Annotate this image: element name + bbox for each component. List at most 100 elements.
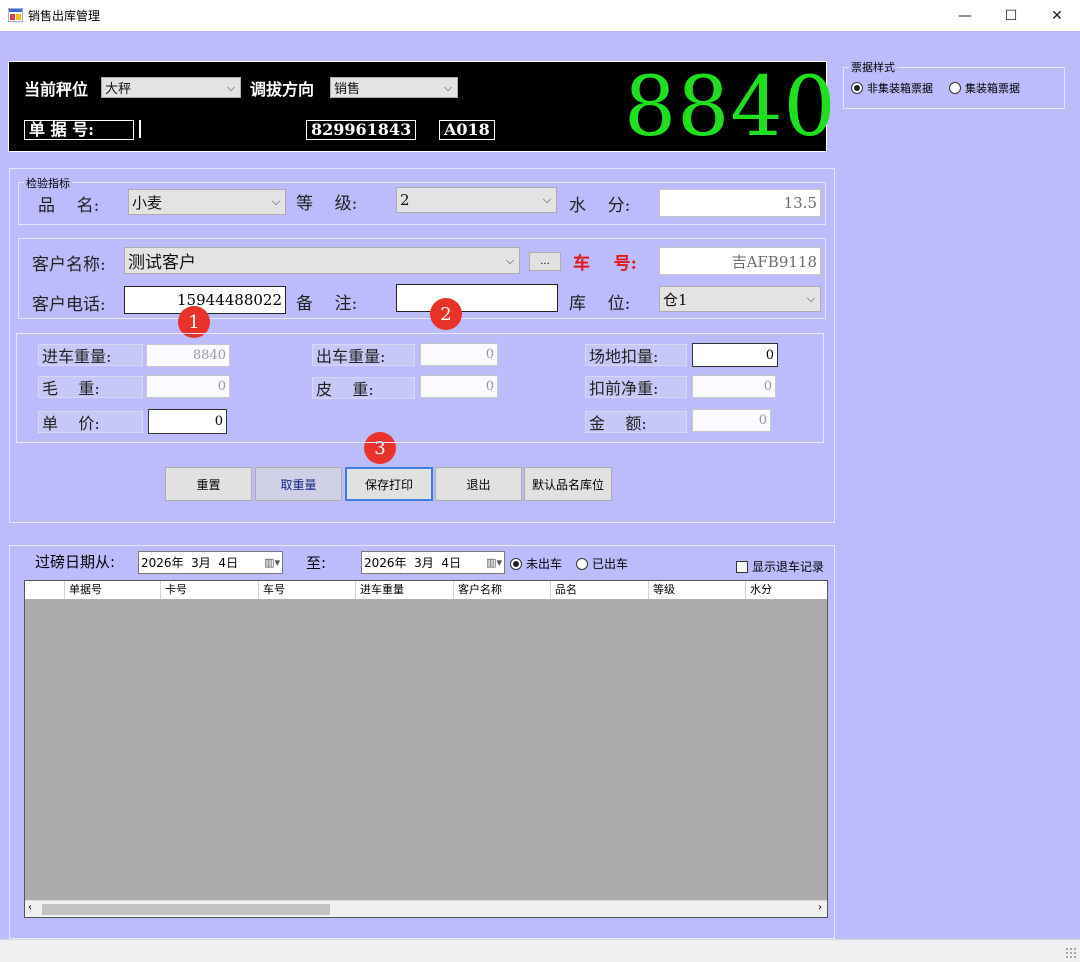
customer-name-value: 测试客户	[128, 253, 196, 273]
ticket-option-container[interactable]: 集装箱票据	[949, 80, 1020, 96]
in-weight-field[interactable]: 8840	[146, 344, 230, 367]
out-weight-field[interactable]: 0	[420, 343, 498, 366]
amount-field[interactable]: 0	[692, 409, 771, 432]
site-deduct-field[interactable]: 0	[692, 343, 778, 367]
filter-not-out-radio[interactable]: 未出车	[510, 555, 562, 572]
amount-label: 金 额:	[585, 411, 687, 433]
exit-button[interactable]: 退出	[435, 467, 522, 501]
grade-select[interactable]: 2 ⌵	[396, 187, 557, 213]
take-weight-button[interactable]: 取重量	[255, 467, 342, 501]
in-weight-label: 进车重量:	[38, 344, 143, 366]
product-label: 品 名:	[38, 196, 100, 216]
checkbox-icon	[736, 560, 748, 573]
scroll-left-icon[interactable]: ‹	[28, 902, 32, 913]
scroll-right-icon[interactable]: ›	[818, 902, 822, 913]
radio-selected-icon	[851, 82, 863, 94]
unit-price-label: 单 价:	[38, 411, 143, 433]
radio-icon	[949, 82, 961, 94]
date-to-label: 至:	[306, 554, 327, 572]
moisture-label: 水 分:	[569, 196, 631, 216]
column-header[interactable]: 水分	[746, 581, 827, 599]
title-bar: 销售出库管理 — ☐ ✕	[0, 0, 1080, 31]
calendar-dropdown-icon: ▥▾	[486, 556, 502, 569]
out-weight-label: 出车重量:	[312, 344, 415, 366]
chevron-down-icon: ⌵	[271, 195, 281, 208]
chevron-down-icon: ⌵	[806, 292, 816, 305]
default-product-location-button[interactable]: 默认品名库位	[524, 467, 612, 501]
remark-field[interactable]	[396, 284, 558, 312]
save-print-button[interactable]: 保存打印	[345, 467, 433, 501]
current-scale-select[interactable]: 大秤 ⌵	[101, 77, 241, 98]
row-header-cell	[25, 581, 65, 599]
net-before-deduct-label: 扣前净重:	[585, 376, 687, 398]
warehouse-label: 库 位:	[569, 294, 631, 314]
tare-weight-field[interactable]: 0	[420, 375, 498, 398]
radio-icon	[576, 557, 588, 570]
chevron-down-icon: ⌵	[505, 253, 515, 267]
date-from-picker[interactable]: 2026年 3月 4日 ▥▾	[138, 551, 283, 574]
doc-no-label: 单 据 号:	[24, 120, 134, 140]
filter-option-label: 未出车	[526, 557, 563, 571]
reset-button[interactable]: 重置	[165, 467, 252, 501]
direction-select[interactable]: 销售 ⌵	[330, 77, 458, 98]
ticket-option-label: 非集装箱票据	[867, 82, 933, 95]
column-header[interactable]: 卡号	[161, 581, 259, 599]
tare-weight-label: 皮 重:	[312, 377, 415, 399]
column-header[interactable]: 进车重量	[356, 581, 454, 599]
column-header[interactable]: 单据号	[65, 581, 161, 599]
customer-phone-label: 客户电话:	[32, 295, 106, 315]
gross-weight-field[interactable]: 0	[146, 375, 230, 398]
grid-header: 单据号 卡号 车号 进车重量 客户名称 品名 等级 水分	[25, 581, 827, 600]
close-button[interactable]: ✕	[1034, 0, 1080, 31]
scale-display-panel: 当前秤位 大秤 ⌵ 调拔方向 销售 ⌵ 单 据 号: 829961843 A01…	[8, 61, 836, 152]
grade-label: 等 级:	[296, 194, 358, 214]
resize-grip-icon[interactable]	[1065, 947, 1077, 959]
date-to-value: 2026年 3月 4日	[364, 556, 462, 570]
records-grid[interactable]: 单据号 卡号 车号 进车重量 客户名称 品名 等级 水分 ‹ ›	[24, 580, 828, 918]
show-returned-checkbox[interactable]: 显示退车记录	[736, 558, 824, 575]
date-to-picker[interactable]: 2026年 3月 4日 ▥▾	[361, 551, 505, 574]
ticket-option-non-container[interactable]: 非集装箱票据	[851, 80, 933, 96]
scrollbar-thumb[interactable]	[42, 904, 330, 915]
inspection-caption: 检验指标	[24, 175, 72, 191]
ticket-style-caption: 票据样式	[849, 59, 897, 75]
column-header[interactable]: 车号	[259, 581, 356, 599]
remark-label: 备 注:	[296, 294, 358, 314]
product-select[interactable]: 小麦 ⌵	[128, 189, 286, 215]
direction-value: 销售	[334, 82, 361, 97]
horizontal-scrollbar[interactable]: ‹ ›	[25, 900, 827, 917]
grade-value: 2	[400, 191, 410, 209]
app-icon	[8, 8, 23, 22]
warehouse-select[interactable]: 仓1 ⌵	[659, 286, 821, 312]
weight-display: 8840	[624, 60, 837, 155]
minimize-button[interactable]: —	[942, 0, 988, 31]
car-number-label: 车 号:	[573, 254, 637, 274]
unit-price-field[interactable]: 0	[148, 409, 227, 434]
maximize-button[interactable]: ☐	[988, 0, 1034, 31]
current-scale-value: 大秤	[105, 82, 132, 97]
moisture-field[interactable]: 13.5	[659, 189, 821, 217]
column-header[interactable]: 客户名称	[454, 581, 551, 599]
current-scale-label: 当前秤位	[24, 80, 89, 99]
date-from-label: 过磅日期从:	[35, 553, 116, 571]
net-before-deduct-field[interactable]: 0	[692, 375, 776, 398]
gross-weight-label: 毛 重:	[38, 376, 143, 398]
filter-option-label: 已出车	[592, 557, 629, 571]
chevron-down-icon: ⌵	[542, 193, 552, 206]
customer-browse-button[interactable]: ...	[529, 252, 561, 271]
warehouse-value: 仓1	[663, 290, 688, 309]
step-badge-2: 2	[430, 298, 462, 330]
car-number-field[interactable]: 吉AFB9118	[659, 247, 821, 275]
filter-out-radio[interactable]: 已出车	[576, 555, 628, 572]
chevron-down-icon: ⌵	[226, 80, 236, 94]
direction-label: 调拔方向	[250, 80, 315, 99]
customer-name-label: 客户名称:	[32, 255, 106, 275]
column-header[interactable]: 品名	[551, 581, 649, 599]
column-header[interactable]: 等级	[649, 581, 746, 599]
ticket-option-label: 集装箱票据	[965, 82, 1020, 95]
code-value: A018	[439, 120, 495, 140]
customer-name-select[interactable]: 测试客户 ⌵	[124, 247, 520, 274]
radio-selected-icon	[510, 557, 522, 570]
site-deduct-label: 场地扣量:	[585, 344, 687, 366]
show-returned-label: 显示退车记录	[752, 560, 825, 574]
